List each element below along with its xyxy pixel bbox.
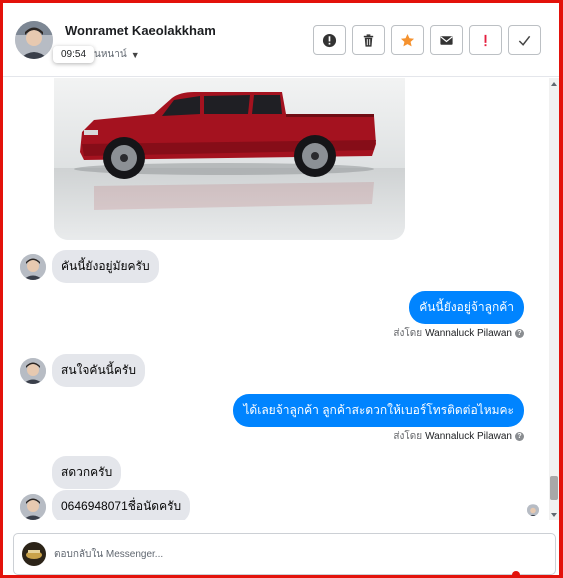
message-row-incoming: คันนี้ยังอยู่มัยครับ xyxy=(20,250,159,283)
page-avatar xyxy=(22,542,46,566)
scroll-thumb[interactable] xyxy=(550,476,558,500)
sent-by-prefix: ส่งโดย xyxy=(393,328,423,339)
sent-by-name[interactable]: Wannaluck Pilawan xyxy=(425,328,512,339)
sent-by-label: ส่งโดย Wannaluck Pilawan ? xyxy=(393,429,524,444)
star-button[interactable] xyxy=(391,25,424,55)
sender-avatar[interactable] xyxy=(20,357,46,384)
message-bubble[interactable]: สดวกครับ xyxy=(52,456,122,489)
reply-input[interactable] xyxy=(54,545,494,563)
conversation-header: Wonramet Kaeolakkham ยการสนหนาน์ ▼ 09:54 xyxy=(3,3,559,77)
message-row-outgoing: คันนี้ยังอยู่จ้าลูกค้า xyxy=(409,291,524,324)
contact-name[interactable]: Wonramet Kaeolakkham xyxy=(65,23,216,38)
reply-composer xyxy=(13,533,556,578)
scroll-down-arrow-icon[interactable] xyxy=(551,513,557,517)
check-icon xyxy=(518,35,531,46)
sent-by-name[interactable]: Wannaluck Pilawan xyxy=(425,431,512,442)
done-button[interactable] xyxy=(508,25,541,55)
message-row-incoming: สดวกครับ xyxy=(52,456,122,489)
exclamation-icon xyxy=(484,34,487,46)
caret-down-icon[interactable]: ▼ xyxy=(131,50,140,60)
header-actions xyxy=(313,25,541,55)
message-row-incoming: สนใจคันนี้ครับ xyxy=(20,354,145,387)
thread-scrollbar[interactable] xyxy=(549,78,559,520)
alert-icon xyxy=(322,33,337,47)
sent-by-label: ส่งโดย Wannaluck Pilawan ? xyxy=(393,326,524,341)
seen-avatar xyxy=(527,504,539,516)
sender-avatar[interactable] xyxy=(20,493,46,520)
message-bubble[interactable]: ได้เลยจ้าลูกค้า ลูกค้าสะดวกให้เบอร์โทรติ… xyxy=(233,394,524,427)
message-bubble[interactable]: คันนี้ยังอยู่มัยครับ xyxy=(52,250,159,283)
message-bubble[interactable]: สนใจคันนี้ครับ xyxy=(52,354,145,387)
star-icon xyxy=(400,33,415,46)
car-photo-attachment[interactable] xyxy=(54,78,405,240)
report-button[interactable] xyxy=(313,25,346,55)
help-icon[interactable]: ? xyxy=(515,329,524,338)
mail-icon xyxy=(440,35,453,45)
spam-button[interactable] xyxy=(469,25,502,55)
message-bubble[interactable]: คันนี้ยังอยู่จ้าลูกค้า xyxy=(409,291,524,324)
timestamp-tooltip: 09:54 xyxy=(53,46,95,63)
trash-icon xyxy=(363,33,374,47)
message-bubble[interactable]: 0646948071ชื่อนัดครับ xyxy=(52,490,191,520)
message-row-incoming: 0646948071ชื่อนัดครับ xyxy=(20,490,191,520)
sent-by-prefix: ส่งโดย xyxy=(393,431,423,442)
contact-avatar[interactable] xyxy=(15,21,53,59)
notification-dot xyxy=(512,571,520,578)
message-thread: คันนี้ยังอยู่มัยครับ คันนี้ยังอยู่จ้าลูก… xyxy=(3,78,548,520)
mail-button[interactable] xyxy=(430,25,463,55)
message-row-outgoing: ได้เลยจ้าลูกค้า ลูกค้าสะดวกให้เบอร์โทรติ… xyxy=(233,394,524,427)
sender-avatar[interactable] xyxy=(20,253,46,280)
scroll-up-arrow-icon[interactable] xyxy=(551,82,557,86)
delete-button[interactable] xyxy=(352,25,385,55)
help-icon[interactable]: ? xyxy=(515,432,524,441)
